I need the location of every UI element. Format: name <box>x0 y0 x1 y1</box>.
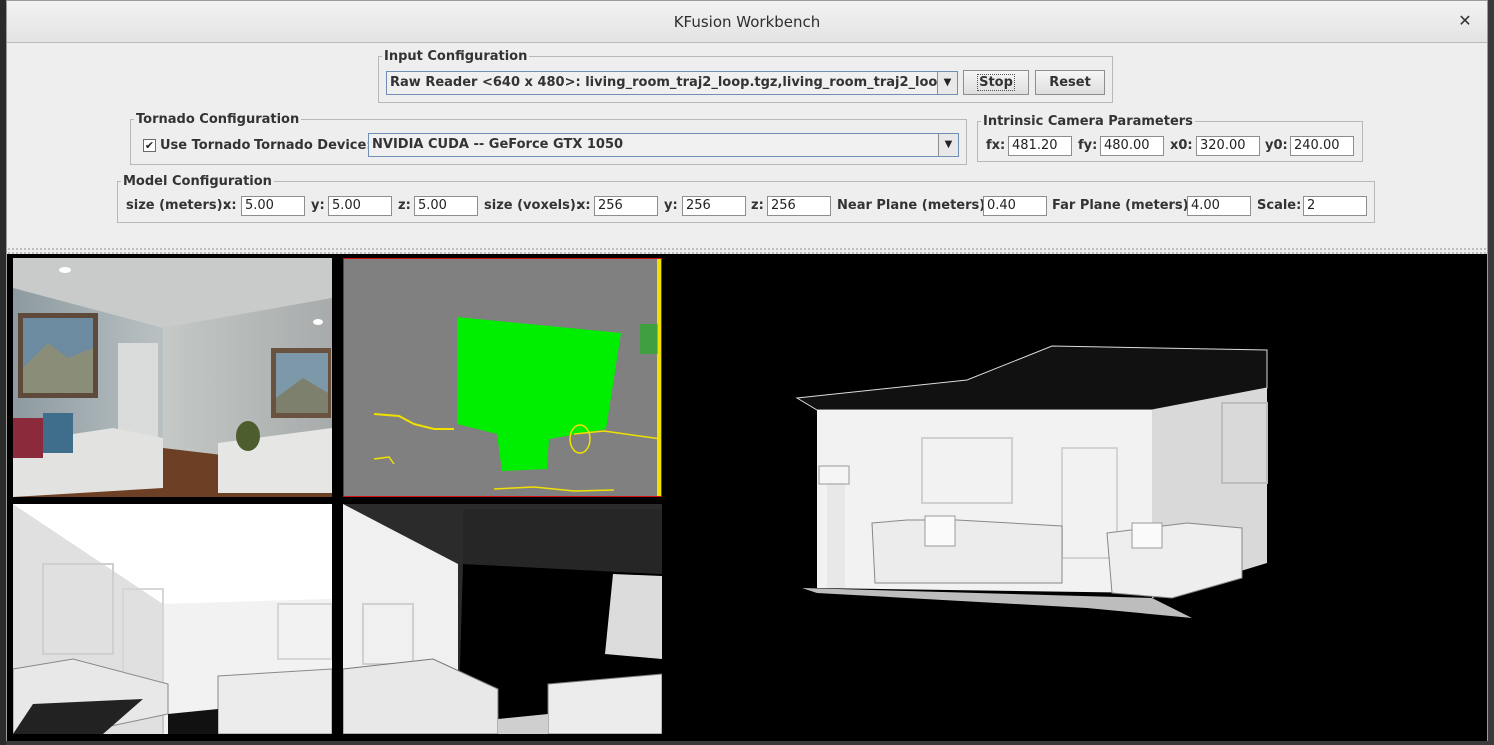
tracking-image <box>344 259 661 496</box>
rgb-camera-image <box>13 258 332 497</box>
voxels-x-field[interactable]: 256 <box>594 196 658 216</box>
split-pane-divider[interactable] <box>7 247 1487 254</box>
input-configuration-legend: Input Configuration <box>384 49 528 64</box>
raycast-view-left <box>13 504 332 734</box>
camera-parameters-legend: Intrinsic Camera Parameters <box>983 114 1193 129</box>
raycast-image-middle <box>343 504 662 734</box>
size-z-field[interactable]: 5.00 <box>414 196 478 216</box>
y0-label: y0: <box>1265 138 1288 153</box>
tornado-configuration-legend: Tornado Configuration <box>136 112 300 127</box>
stop-button-label: Stop <box>977 74 1015 91</box>
fy-field[interactable]: 480.00 <box>1100 136 1164 156</box>
size-x-field[interactable]: 5.00 <box>241 196 305 216</box>
far-plane-label: Far Plane (meters): <box>1052 198 1194 213</box>
x0-field[interactable]: 320.00 <box>1196 136 1260 156</box>
reconstruction-3d-view <box>667 258 1485 738</box>
x0-label: x0: <box>1170 138 1193 153</box>
size-voxels-label: size (voxels): <box>484 198 581 213</box>
tracking-view <box>343 258 662 497</box>
rgb-camera-view <box>13 258 332 497</box>
scale-field[interactable]: 2 <box>1303 196 1367 216</box>
size-x-label: x: <box>223 198 237 213</box>
size-z-label: z: <box>398 198 411 213</box>
tornado-device-select[interactable]: NVIDIA CUDA -- GeForce GTX 1050 ▼ <box>368 133 959 157</box>
chevron-down-icon[interactable]: ▼ <box>937 72 957 94</box>
stop-button[interactable]: Stop <box>963 70 1029 95</box>
voxels-y-field[interactable]: 256 <box>682 196 746 216</box>
size-y-field[interactable]: 5.00 <box>328 196 392 216</box>
main-window: KFusion Workbench ✕ Input Configuration … <box>6 0 1488 741</box>
use-tornado-checkbox[interactable]: ✔ <box>143 139 156 152</box>
voxels-z-label: z: <box>751 198 764 213</box>
tornado-device-label: Tornado Device: <box>254 138 372 153</box>
raycast-image-left <box>13 504 332 734</box>
reconstruction-3d-image <box>667 258 1485 738</box>
size-y-label: y: <box>311 198 325 213</box>
y0-field[interactable]: 240.00 <box>1290 136 1354 156</box>
scale-label: Scale: <box>1257 198 1302 213</box>
fx-label: fx: <box>986 138 1006 153</box>
configuration-panel: Input Configuration Raw Reader <640 x 48… <box>7 43 1487 247</box>
input-reader-select[interactable]: Raw Reader <640 x 480>: living_room_traj… <box>386 71 958 95</box>
far-plane-field[interactable]: 4.00 <box>1187 196 1251 216</box>
reset-button[interactable]: Reset <box>1035 70 1105 95</box>
chevron-down-icon[interactable]: ▼ <box>938 134 958 156</box>
voxels-x-label: x: <box>577 198 591 213</box>
reset-button-label: Reset <box>1049 75 1091 90</box>
fx-field[interactable]: 481.20 <box>1008 136 1072 156</box>
window-title: KFusion Workbench <box>673 13 821 31</box>
raycast-view-middle <box>343 504 662 734</box>
title-bar[interactable]: KFusion Workbench ✕ <box>7 1 1487 43</box>
close-icon[interactable]: ✕ <box>1455 11 1475 31</box>
tornado-device-value: NVIDIA CUDA -- GeForce GTX 1050 <box>372 137 624 152</box>
input-reader-value: Raw Reader <640 x 480>: living_room_traj… <box>390 75 958 90</box>
size-meters-label: size (meters): <box>126 198 228 213</box>
model-configuration-legend: Model Configuration <box>123 174 272 189</box>
voxels-z-field[interactable]: 256 <box>767 196 831 216</box>
use-tornado-label: Use Tornado <box>160 138 251 153</box>
fy-label: fy: <box>1078 138 1098 153</box>
voxels-y-label: y: <box>664 198 678 213</box>
render-viewport <box>7 254 1487 741</box>
near-plane-label: Near Plane (meters): <box>837 198 991 213</box>
near-plane-field[interactable]: 0.40 <box>983 196 1047 216</box>
